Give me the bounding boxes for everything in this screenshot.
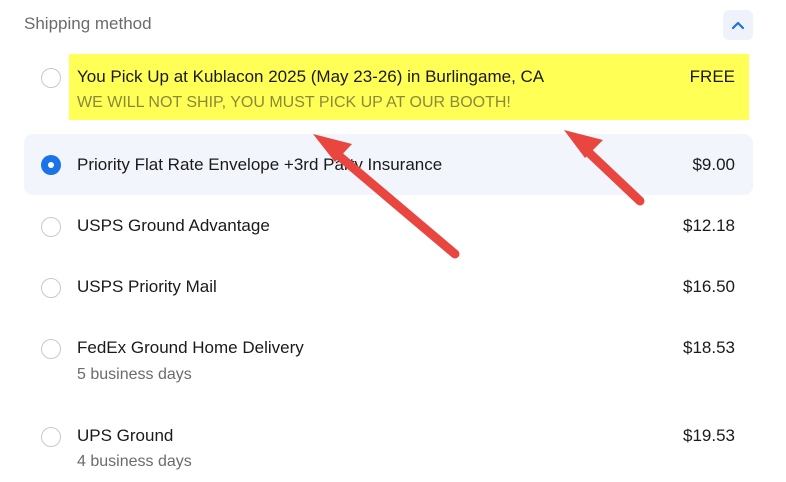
option-label: FedEx Ground Home Delivery <box>77 338 304 357</box>
radio-button[interactable] <box>41 68 61 88</box>
shipping-option-priority-flat-rate[interactable]: Priority Flat Rate Envelope +3rd Party I… <box>24 134 753 195</box>
option-label: USPS Ground Advantage <box>77 216 270 235</box>
radio-button-checked[interactable] <box>41 155 61 175</box>
radio-button[interactable] <box>41 278 61 298</box>
option-price: FREE <box>689 67 735 86</box>
option-price: $9.00 <box>692 155 735 174</box>
shipping-option-usps-priority-mail[interactable]: USPS Priority Mail $16.50 <box>24 266 753 310</box>
option-price: $18.53 <box>683 338 735 357</box>
shipping-option-ups-ground[interactable]: UPS Ground 4 business days $19.53 <box>24 415 753 479</box>
chevron-up-icon <box>731 20 745 30</box>
radio-button[interactable] <box>41 339 61 359</box>
radio-button[interactable] <box>41 217 61 237</box>
radio-button[interactable] <box>41 427 61 447</box>
shipping-option-fedex-ground[interactable]: FedEx Ground Home Delivery 5 business da… <box>24 327 753 391</box>
option-price: $19.53 <box>683 426 735 445</box>
option-label: USPS Priority Mail <box>77 277 217 296</box>
option-note: WE WILL NOT SHIP, YOU MUST PICK UP AT OU… <box>77 94 511 111</box>
option-label: Priority Flat Rate Envelope +3rd Party I… <box>77 155 443 174</box>
section-title: Shipping method <box>24 14 152 33</box>
collapse-button[interactable] <box>723 10 753 40</box>
option-delivery-time: 5 business days <box>77 366 192 383</box>
option-price: $12.18 <box>683 216 735 235</box>
shipping-option-usps-ground-advantage[interactable]: USPS Ground Advantage $12.18 <box>24 205 753 249</box>
option-delivery-time: 4 business days <box>77 453 192 470</box>
option-price: $16.50 <box>683 277 735 296</box>
option-label: UPS Ground <box>77 426 174 445</box>
option-label: You Pick Up at Kublacon 2025 (May 23-26)… <box>77 67 545 86</box>
shipping-option-pickup[interactable]: You Pick Up at Kublacon 2025 (May 23-26)… <box>24 58 753 122</box>
